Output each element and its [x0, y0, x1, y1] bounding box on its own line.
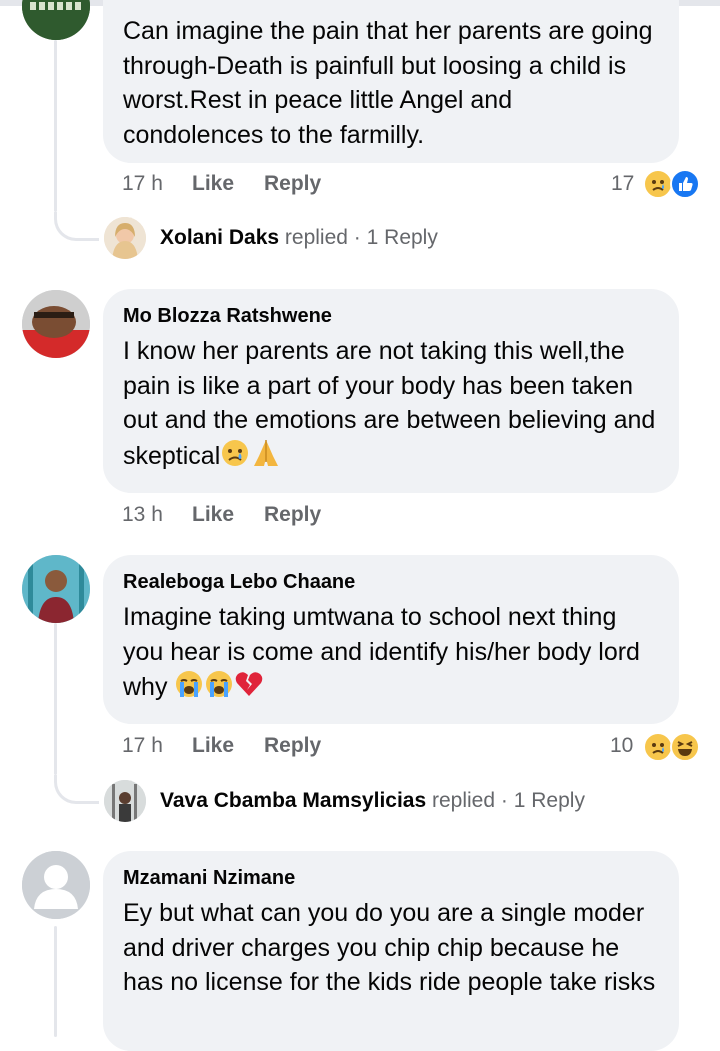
- comment-author[interactable]: Mzamani Nzimane: [123, 867, 659, 890]
- comment-timestamp: 13 h: [122, 503, 163, 526]
- replier-name: Vava Cbamba Mamsylicias: [160, 789, 427, 812]
- commenter-avatar[interactable]: [22, 851, 90, 919]
- comment-actions: 13 h Like Reply: [122, 503, 321, 527]
- comment-text: Can imagine the pain that her parents ar…: [123, 17, 653, 149]
- comment-actions: 17 h Like Reply: [122, 734, 321, 758]
- avatar-image: [22, 555, 90, 623]
- comment-timestamp: 17 h: [122, 734, 163, 757]
- default-profile-icon: [22, 851, 90, 919]
- comment-text: Ey but what can you do you are a single …: [123, 899, 656, 996]
- replied-verb: replied: [284, 226, 348, 249]
- reply-button[interactable]: Reply: [264, 734, 321, 758]
- avatar-image: [104, 780, 146, 822]
- comment-bubble: Realeboga Lebo Chaane Imagine taking umt…: [103, 555, 679, 724]
- reaction-count[interactable]: 10: [610, 734, 633, 758]
- crying-face-icon: [220, 438, 250, 478]
- separator-dot: ·: [500, 789, 508, 812]
- like-button[interactable]: Like: [192, 172, 264, 196]
- haha-reaction-icon: [670, 732, 700, 762]
- comment-actions: 17 h Like Reply: [122, 172, 321, 196]
- commenter-avatar[interactable]: [22, 290, 90, 358]
- comment-text: Imagine taking umtwana to school next th…: [123, 600, 659, 709]
- folded-hands-icon: [250, 438, 282, 478]
- comment-author[interactable]: Realeboga Lebo Chaane: [123, 571, 659, 594]
- replier-avatar[interactable]: [104, 780, 146, 822]
- comment-bubble: Mo Blozza Ratshwene I know her parents a…: [103, 289, 679, 493]
- thread-connector: [54, 212, 99, 241]
- like-button[interactable]: Like: [192, 734, 264, 758]
- replier-avatar[interactable]: [104, 217, 146, 259]
- like-button[interactable]: Like: [192, 503, 264, 527]
- reaction-count[interactable]: 17: [611, 172, 634, 196]
- reply-count: 1 Reply: [513, 789, 585, 812]
- view-replies-link[interactable]: Vava Cbamba Mamsylicias replied · 1 Repl…: [160, 789, 585, 813]
- comment-author[interactable]: Mo Blozza Ratshwene: [123, 305, 659, 328]
- comment-timestamp: 17 h: [122, 172, 163, 195]
- view-replies-link[interactable]: Xolani Daks replied · 1 Reply: [160, 226, 438, 250]
- thread-line: [54, 926, 57, 1037]
- thread-line: [54, 623, 57, 775]
- reply-count: 1 Reply: [366, 226, 438, 249]
- thread-line: [54, 40, 57, 212]
- comment-bubble: Mzamani Nzimane Ey but what can you do y…: [103, 851, 679, 1051]
- comment-bubble: Can imagine the pain that her parents ar…: [103, 0, 679, 163]
- avatar-image: [22, 290, 90, 358]
- replied-verb: replied: [432, 789, 496, 812]
- separator-dot: ·: [353, 226, 361, 249]
- comment-text: I know her parents are not taking this w…: [123, 334, 659, 477]
- broken-heart-icon: [234, 669, 264, 709]
- avatar-image: [22, 0, 90, 40]
- avatar-image: [104, 217, 146, 259]
- reply-button[interactable]: Reply: [264, 503, 321, 527]
- commenter-avatar[interactable]: [22, 0, 90, 40]
- sad-reaction-icon: [643, 732, 673, 762]
- thread-connector: [54, 775, 99, 804]
- reply-button[interactable]: Reply: [264, 172, 321, 196]
- comment-text-body: I know her parents are not taking this w…: [123, 337, 656, 470]
- commenter-avatar[interactable]: [22, 555, 90, 623]
- loudly-crying-face-icon: [204, 669, 234, 709]
- sad-reaction-icon: [643, 169, 673, 199]
- loudly-crying-face-icon: [174, 669, 204, 709]
- like-reaction-icon: [670, 169, 700, 199]
- replier-name: Xolani Daks: [160, 226, 280, 249]
